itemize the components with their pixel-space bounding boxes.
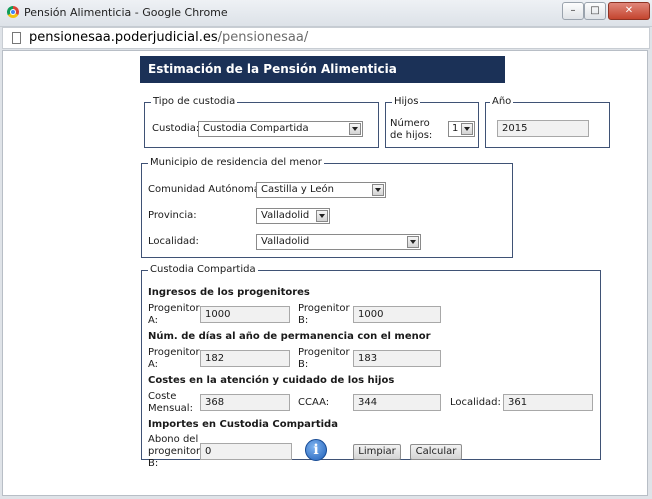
children-select-value: 1 <box>452 123 459 134</box>
days-parent-b-label-line2: B: <box>298 359 309 370</box>
community-select-value: Castilla y León <box>261 184 334 195</box>
income-parent-b-field[interactable]: 1000 <box>353 306 441 323</box>
income-parent-a-field[interactable]: 1000 <box>200 306 290 323</box>
payment-label-line1: Abono del <box>148 434 199 445</box>
locality-label: Localidad: <box>148 236 199 247</box>
custody-select-value: Custodia Compartida <box>203 123 309 134</box>
chevron-down-icon <box>316 210 328 222</box>
cost-locality-label: Localidad: <box>450 397 501 408</box>
year-legend: Año <box>490 96 514 107</box>
days-heading: Núm. de días al año de permanencia con e… <box>148 331 431 342</box>
children-label-line1: Número <box>390 118 430 129</box>
chevron-down-icon <box>349 123 361 135</box>
payment-label-line3: B: <box>148 458 159 469</box>
calculate-button[interactable]: Calcular <box>410 444 462 460</box>
amounts-heading: Importes en Custodia Compartida <box>148 419 338 430</box>
chevron-down-icon <box>407 236 419 248</box>
children-label-line2: de hijos: <box>390 130 433 141</box>
locality-select[interactable]: Valladolid <box>256 234 421 250</box>
monthly-cost-field[interactable]: 368 <box>200 394 290 411</box>
address-bar[interactable]: pensionesaa.poderjudicial.es/pensionesaa… <box>2 27 650 49</box>
ccaa-field[interactable]: 344 <box>353 394 441 411</box>
children-legend: Hijos <box>392 96 421 107</box>
days-parent-a-label-line2: A: <box>148 359 159 370</box>
income-parent-b-label-line2: B: <box>298 315 309 326</box>
url-host: pensionesaa.poderjudicial.es <box>29 30 218 45</box>
children-select[interactable]: 1 <box>448 121 475 137</box>
chevron-down-icon <box>461 123 473 135</box>
municipality-legend: Municipio de residencia del menor <box>148 157 324 168</box>
locality-select-value: Valladolid <box>261 236 310 247</box>
cost-locality-field[interactable]: 361 <box>503 394 593 411</box>
window-titlebar: Pensión Alimenticia - Google Chrome – □ … <box>0 0 652 27</box>
year-field[interactable]: 2015 <box>497 120 589 137</box>
days-parent-a-field[interactable]: 182 <box>200 350 290 367</box>
custody-select[interactable]: Custodia Compartida <box>198 121 363 137</box>
province-select[interactable]: Valladolid <box>256 208 330 224</box>
custody-legend: Tipo de custodia <box>151 96 238 107</box>
shared-custody-legend: Custodia Compartida <box>148 264 258 275</box>
payment-field[interactable]: 0 <box>200 443 292 460</box>
chrome-logo-icon <box>7 6 19 18</box>
url-text: pensionesaa.poderjudicial.es/pensionesaa… <box>29 30 308 45</box>
income-parent-a-label-line1: Progenitor <box>148 303 200 314</box>
custody-label: Custodia: <box>152 123 200 134</box>
income-heading: Ingresos de los progenitores <box>148 287 310 298</box>
income-parent-b-label-line1: Progenitor <box>298 303 350 314</box>
maximize-button[interactable]: □ <box>584 2 606 20</box>
province-select-value: Valladolid <box>261 210 310 221</box>
page-icon <box>12 32 21 44</box>
info-icon[interactable]: i <box>305 439 327 461</box>
window-title: Pensión Alimenticia - Google Chrome <box>24 6 228 19</box>
payment-label-line2: progenitor <box>148 446 201 457</box>
form-header: Estimación de la Pensión Alimenticia <box>140 56 505 83</box>
days-parent-a-label-line1: Progenitor <box>148 347 200 358</box>
days-parent-b-label-line1: Progenitor <box>298 347 350 358</box>
income-parent-a-label-line2: A: <box>148 315 159 326</box>
community-select[interactable]: Castilla y León <box>256 182 386 198</box>
clear-button[interactable]: Limpiar <box>353 444 401 460</box>
minimize-button[interactable]: – <box>562 2 584 20</box>
chevron-down-icon <box>372 184 384 196</box>
monthly-cost-label-line1: Coste <box>148 391 177 402</box>
community-label: Comunidad Autónoma: <box>148 184 264 195</box>
close-button[interactable]: ✕ <box>608 2 650 20</box>
province-label: Provincia: <box>148 210 197 221</box>
monthly-cost-label-line2: Mensual: <box>148 403 193 414</box>
url-path: /pensionesaa/ <box>217 30 309 45</box>
ccaa-label: CCAA: <box>298 397 330 408</box>
days-parent-b-field[interactable]: 183 <box>353 350 441 367</box>
costs-heading: Costes en la atención y cuidado de los h… <box>148 375 395 386</box>
